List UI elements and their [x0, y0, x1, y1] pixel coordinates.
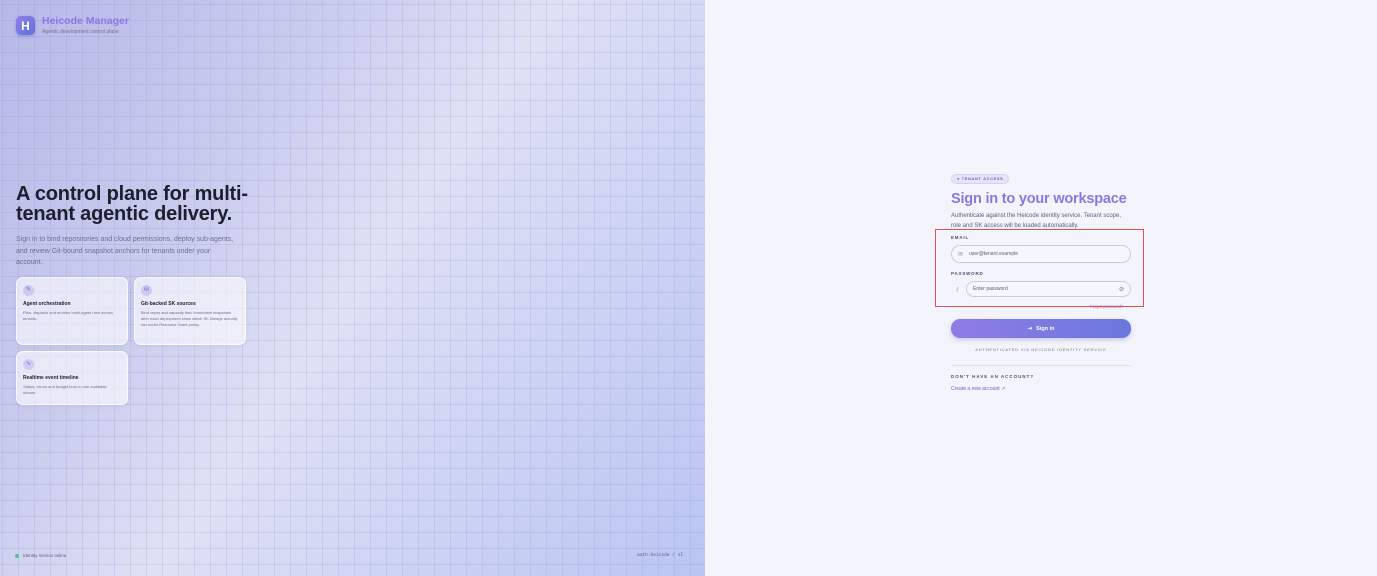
forgot-password-link[interactable]: Forgot password?	[1090, 304, 1124, 309]
sign-in-button[interactable]: ⇥ Sign in	[951, 319, 1131, 338]
no-account-label: DON'T HAVE AN ACCOUNT?	[951, 374, 1035, 379]
signin-panel: ● TENANT ACCESS Sign in to your workspac…	[705, 0, 1377, 576]
brand: H Heicode Manager Agentic development co…	[16, 16, 129, 35]
brand-name: Heicode Manager	[42, 15, 129, 27]
mail-icon: ✉	[958, 251, 964, 258]
auth-note: AUTHENTICATED VIA HEICODE IDENTITY SERVI…	[975, 347, 1107, 352]
brand-tagline: Agentic development control plane	[42, 29, 119, 35]
brand-logo: H	[16, 16, 35, 35]
feature-description: Plan, dispatch and monitor multi-agent r…	[23, 310, 114, 322]
email-field[interactable]: ✉ user@tenant.example	[951, 245, 1131, 263]
sign-in-label: Sign in	[1036, 325, 1055, 332]
feature-card-agent-orchestration: ✎ Agent orchestration Plan, dispatch and…	[16, 277, 128, 345]
feature-description: Status, errors and budget burn in one au…	[23, 384, 107, 396]
hero-panel: H Heicode Manager Agentic development co…	[0, 0, 705, 576]
signin-form: ● TENANT ACCESS Sign in to your workspac…	[951, 167, 1131, 231]
form-title: Sign in to your workspace	[951, 191, 1127, 207]
feature-card-realtime-timeline: ∿ Realtime event timeline Status, errors…	[16, 351, 128, 405]
version-label: auth.heicode / v1	[637, 553, 684, 558]
feature-card-git-backed-sk: ⛁ Git-backed SK sources Bind repos and c…	[134, 277, 246, 345]
database-icon: ⛁	[141, 285, 152, 296]
password-field[interactable]: Enter password ⊘	[966, 281, 1131, 297]
feature-title: Agent orchestration	[23, 301, 71, 307]
brand-text: Heicode Manager Agentic development cont…	[42, 15, 129, 36]
hero-title: A control plane for multi-tenant agentic…	[16, 183, 248, 225]
feature-title: Git-backed SK sources	[141, 301, 196, 307]
sign-in-icon: ⇥	[1027, 325, 1033, 332]
status-dot-icon	[15, 553, 19, 558]
status-text: Identity service online	[23, 553, 67, 558]
link-icon: ✎	[23, 285, 34, 296]
activity-icon: ∿	[23, 359, 34, 370]
email-placeholder: user@tenant.example	[969, 251, 1018, 257]
hero-description: Sign in to bind repositories and cloud p…	[16, 236, 234, 266]
eye-off-icon[interactable]: ⊘	[1119, 286, 1124, 293]
form-description: Authenticate against the Heicode identit…	[951, 213, 1121, 229]
email-label: EMAIL	[951, 235, 969, 240]
create-account-link[interactable]: Create a new account ↗	[951, 386, 1005, 392]
feature-description: Bind repos and capacity first; immutable…	[141, 310, 238, 328]
tenant-access-badge: ● TENANT ACCESS	[951, 174, 1010, 184]
service-status: Identity service online	[15, 553, 66, 558]
password-placeholder: Enter password	[973, 286, 1008, 292]
divider	[951, 365, 1131, 366]
feature-title: Realtime event timeline	[23, 375, 79, 381]
password-label: PASSWORD	[951, 271, 984, 276]
key-icon: ⚷	[955, 287, 960, 293]
